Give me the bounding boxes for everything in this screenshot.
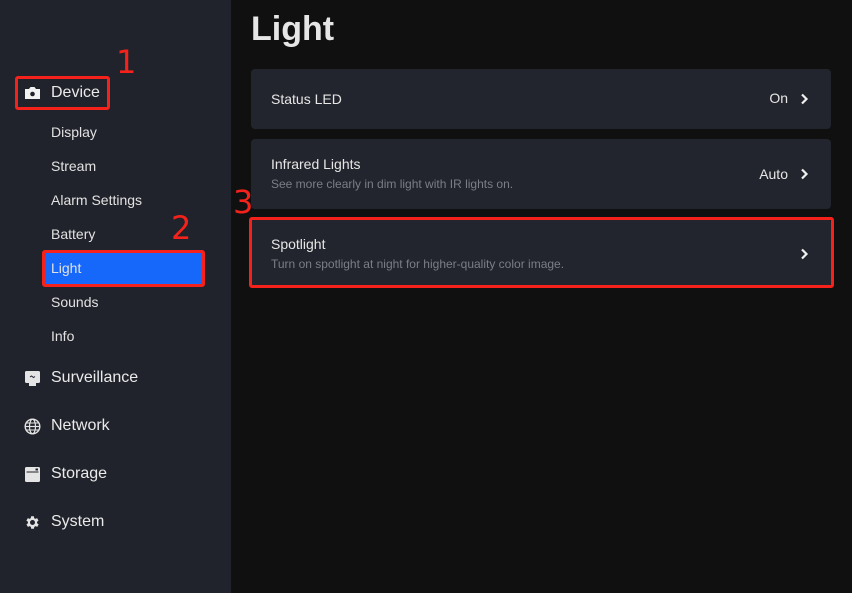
annotation-number-1: 1 bbox=[116, 43, 137, 81]
main-content: Light Status LED On Infrared Lights See … bbox=[231, 0, 852, 593]
card-description: Turn on spotlight at night for higher-qu… bbox=[271, 257, 565, 271]
nav-section-surveillance[interactable]: Surveillance bbox=[24, 366, 138, 390]
sidebar-item-battery[interactable]: Battery bbox=[51, 224, 95, 244]
nav-section-label: Storage bbox=[51, 465, 108, 482]
monitor-icon bbox=[24, 370, 41, 387]
nav-section-device[interactable]: Device bbox=[24, 81, 100, 105]
sidebar: Device Display Stream Alarm Settings Bat… bbox=[0, 0, 231, 593]
sidebar-item-alarm-settings[interactable]: Alarm Settings bbox=[51, 190, 142, 210]
nav-section-label: System bbox=[51, 513, 105, 530]
card-title: Infrared Lights bbox=[271, 156, 361, 172]
card-value: On bbox=[769, 90, 788, 106]
sidebar-item-display[interactable]: Display bbox=[51, 122, 97, 142]
sidebar-item-sounds[interactable]: Sounds bbox=[51, 292, 98, 312]
chevron-right-icon bbox=[801, 93, 809, 105]
nav-section-network[interactable]: Network bbox=[24, 414, 110, 438]
storage-icon bbox=[24, 466, 41, 483]
setting-card-infrared-lights[interactable]: Infrared Lights See more clearly in dim … bbox=[251, 139, 831, 209]
page-title: Light bbox=[251, 10, 335, 48]
card-value: Auto bbox=[759, 166, 788, 182]
sidebar-item-light[interactable]: Light bbox=[44, 252, 204, 284]
chevron-right-icon bbox=[801, 248, 809, 260]
sidebar-item-info[interactable]: Info bbox=[51, 326, 74, 346]
nav-section-label: Network bbox=[51, 417, 110, 434]
card-title: Status LED bbox=[271, 91, 342, 107]
annotation-number-2: 2 bbox=[171, 209, 192, 247]
camera-icon bbox=[24, 85, 41, 102]
card-title: Spotlight bbox=[271, 236, 326, 252]
card-description: See more clearly in dim light with IR li… bbox=[271, 177, 514, 191]
nav-section-label: Device bbox=[51, 84, 100, 101]
gear-icon bbox=[24, 514, 41, 531]
sidebar-item-stream[interactable]: Stream bbox=[51, 156, 96, 176]
nav-section-system[interactable]: System bbox=[24, 510, 104, 534]
nav-section-storage[interactable]: Storage bbox=[24, 462, 107, 486]
annotation-number-3: 3 bbox=[233, 183, 254, 221]
setting-card-status-led[interactable]: Status LED On bbox=[251, 69, 831, 129]
nav-section-label: Surveillance bbox=[51, 369, 139, 386]
setting-card-spotlight[interactable]: Spotlight Turn on spotlight at night for… bbox=[251, 219, 831, 287]
globe-icon bbox=[24, 417, 41, 435]
chevron-right-icon bbox=[801, 168, 809, 180]
